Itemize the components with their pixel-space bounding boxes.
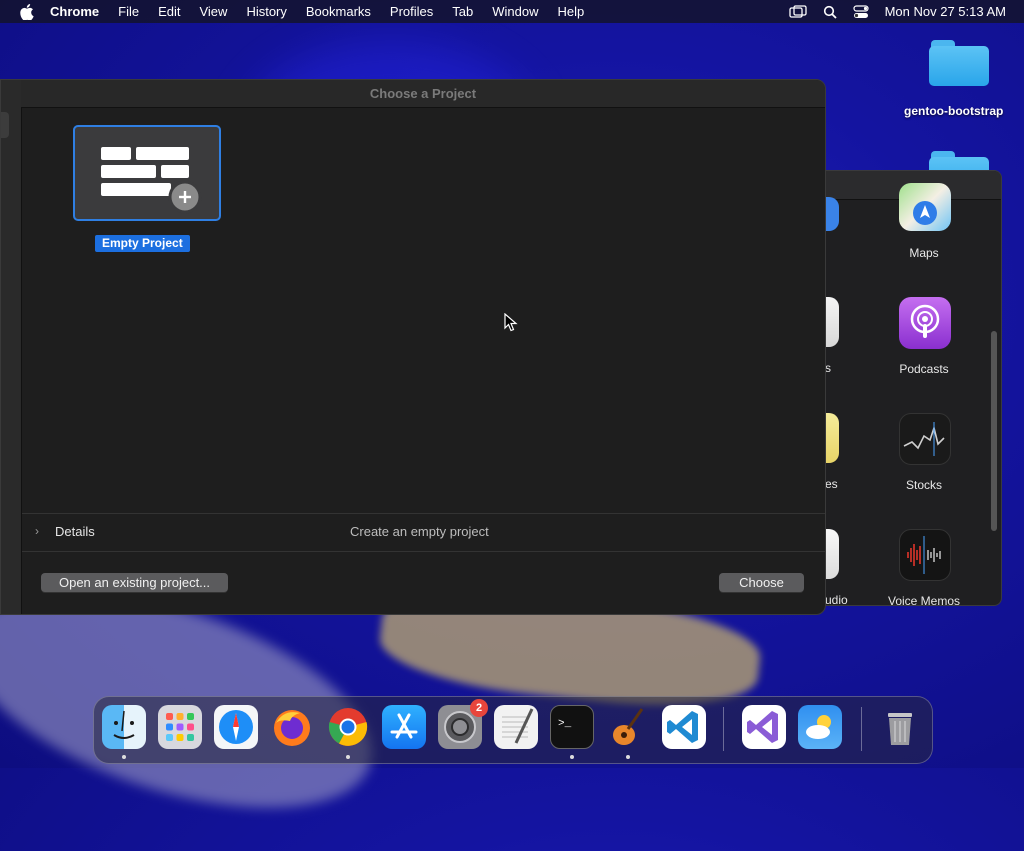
desktop-folder-label[interactable]: gentoo-bootstrap <box>904 104 1003 118</box>
weather-icon[interactable] <box>798 705 842 749</box>
system-settings-icon[interactable]: 2 <box>438 699 488 749</box>
maps-icon[interactable] <box>899 183 951 231</box>
svg-text:>_: >_ <box>558 718 572 730</box>
menu-window[interactable]: Window <box>492 4 538 19</box>
dock: 2 >_ <box>93 696 933 764</box>
partial-app-label: es <box>825 477 838 491</box>
textedit-icon[interactable] <box>494 705 538 749</box>
trash-icon[interactable] <box>878 705 922 749</box>
dialog-title: Choose a Project <box>21 80 825 108</box>
running-indicator <box>570 755 574 759</box>
control-center-icon[interactable] <box>852 4 869 19</box>
app-label-voice-memos: Voice Memos <box>887 594 961 606</box>
menu-app-name[interactable]: Chrome <box>50 4 99 19</box>
notification-badge: 2 <box>470 699 488 717</box>
mouse-cursor-icon <box>504 312 518 338</box>
running-indicator <box>122 755 126 759</box>
divider <box>22 551 825 552</box>
screen-mirroring-icon[interactable] <box>788 4 807 19</box>
partial-app-icon[interactable] <box>825 297 839 347</box>
app-label-stocks: Stocks <box>905 478 942 492</box>
sidebar-strip <box>1 80 22 614</box>
launchpad-icon[interactable] <box>158 705 202 749</box>
finder-icon[interactable] <box>102 705 146 749</box>
voice-memos-icon[interactable] <box>899 529 951 581</box>
menu-view[interactable]: View <box>199 4 227 19</box>
details-disclosure[interactable]: Details <box>55 524 95 539</box>
menu-clock[interactable]: Mon Nov 27 5:13 AM <box>885 4 1006 19</box>
spotlight-search-icon[interactable] <box>823 5 837 19</box>
menu-profiles[interactable]: Profiles <box>390 4 433 19</box>
terminal-icon[interactable]: >_ <box>550 705 594 749</box>
visual-studio-icon[interactable] <box>742 705 786 749</box>
app-label-maps: Maps <box>909 246 939 260</box>
menu-bar: Chrome File Edit View History Bookmarks … <box>0 0 1024 23</box>
empty-project-icon <box>101 147 202 214</box>
chrome-icon[interactable] <box>326 705 370 749</box>
garageband-icon[interactable] <box>606 705 650 749</box>
launcher-window: s es udio Maps Podcasts Stocks Voice Mem… <box>824 170 1002 606</box>
menu-help[interactable]: Help <box>558 4 585 19</box>
vscode-icon[interactable] <box>662 705 706 749</box>
folder-icon[interactable] <box>929 151 989 171</box>
menu-edit[interactable]: Edit <box>158 4 180 19</box>
running-indicator <box>346 755 350 759</box>
details-description: Create an empty project <box>350 524 489 539</box>
safari-icon[interactable] <box>214 705 258 749</box>
podcasts-icon[interactable] <box>899 297 951 349</box>
partial-app-icon[interactable] <box>825 529 839 579</box>
partial-app-icon[interactable] <box>825 197 839 231</box>
app-label-podcasts: Podcasts <box>899 362 949 376</box>
running-indicator <box>626 755 630 759</box>
dock-separator <box>861 707 862 751</box>
partial-app-label: udio <box>825 593 848 606</box>
menu-history[interactable]: History <box>246 4 286 19</box>
menu-file[interactable]: File <box>118 4 139 19</box>
divider <box>22 513 825 514</box>
empty-project-template[interactable] <box>73 125 221 221</box>
folder-icon[interactable] <box>929 40 989 86</box>
sidebar-handle[interactable] <box>1 112 9 138</box>
open-existing-project-button[interactable]: Open an existing project... <box>41 573 228 592</box>
dock-separator <box>723 707 724 751</box>
choose-button[interactable]: Choose <box>719 573 804 592</box>
firefox-icon[interactable] <box>270 705 314 749</box>
menu-tab[interactable]: Tab <box>452 4 473 19</box>
stocks-icon[interactable] <box>899 413 951 465</box>
apple-menu-icon[interactable] <box>18 3 36 21</box>
menu-bookmarks[interactable]: Bookmarks <box>306 4 371 19</box>
chevron-right-icon[interactable]: › <box>35 524 39 538</box>
launcher-scrollbar[interactable] <box>991 331 997 531</box>
empty-project-label[interactable]: Empty Project <box>95 235 190 252</box>
partial-app-icon[interactable] <box>825 413 839 463</box>
choose-project-dialog: Choose a Project Empty Project › Details… <box>0 79 826 615</box>
app-store-icon[interactable] <box>382 705 426 749</box>
